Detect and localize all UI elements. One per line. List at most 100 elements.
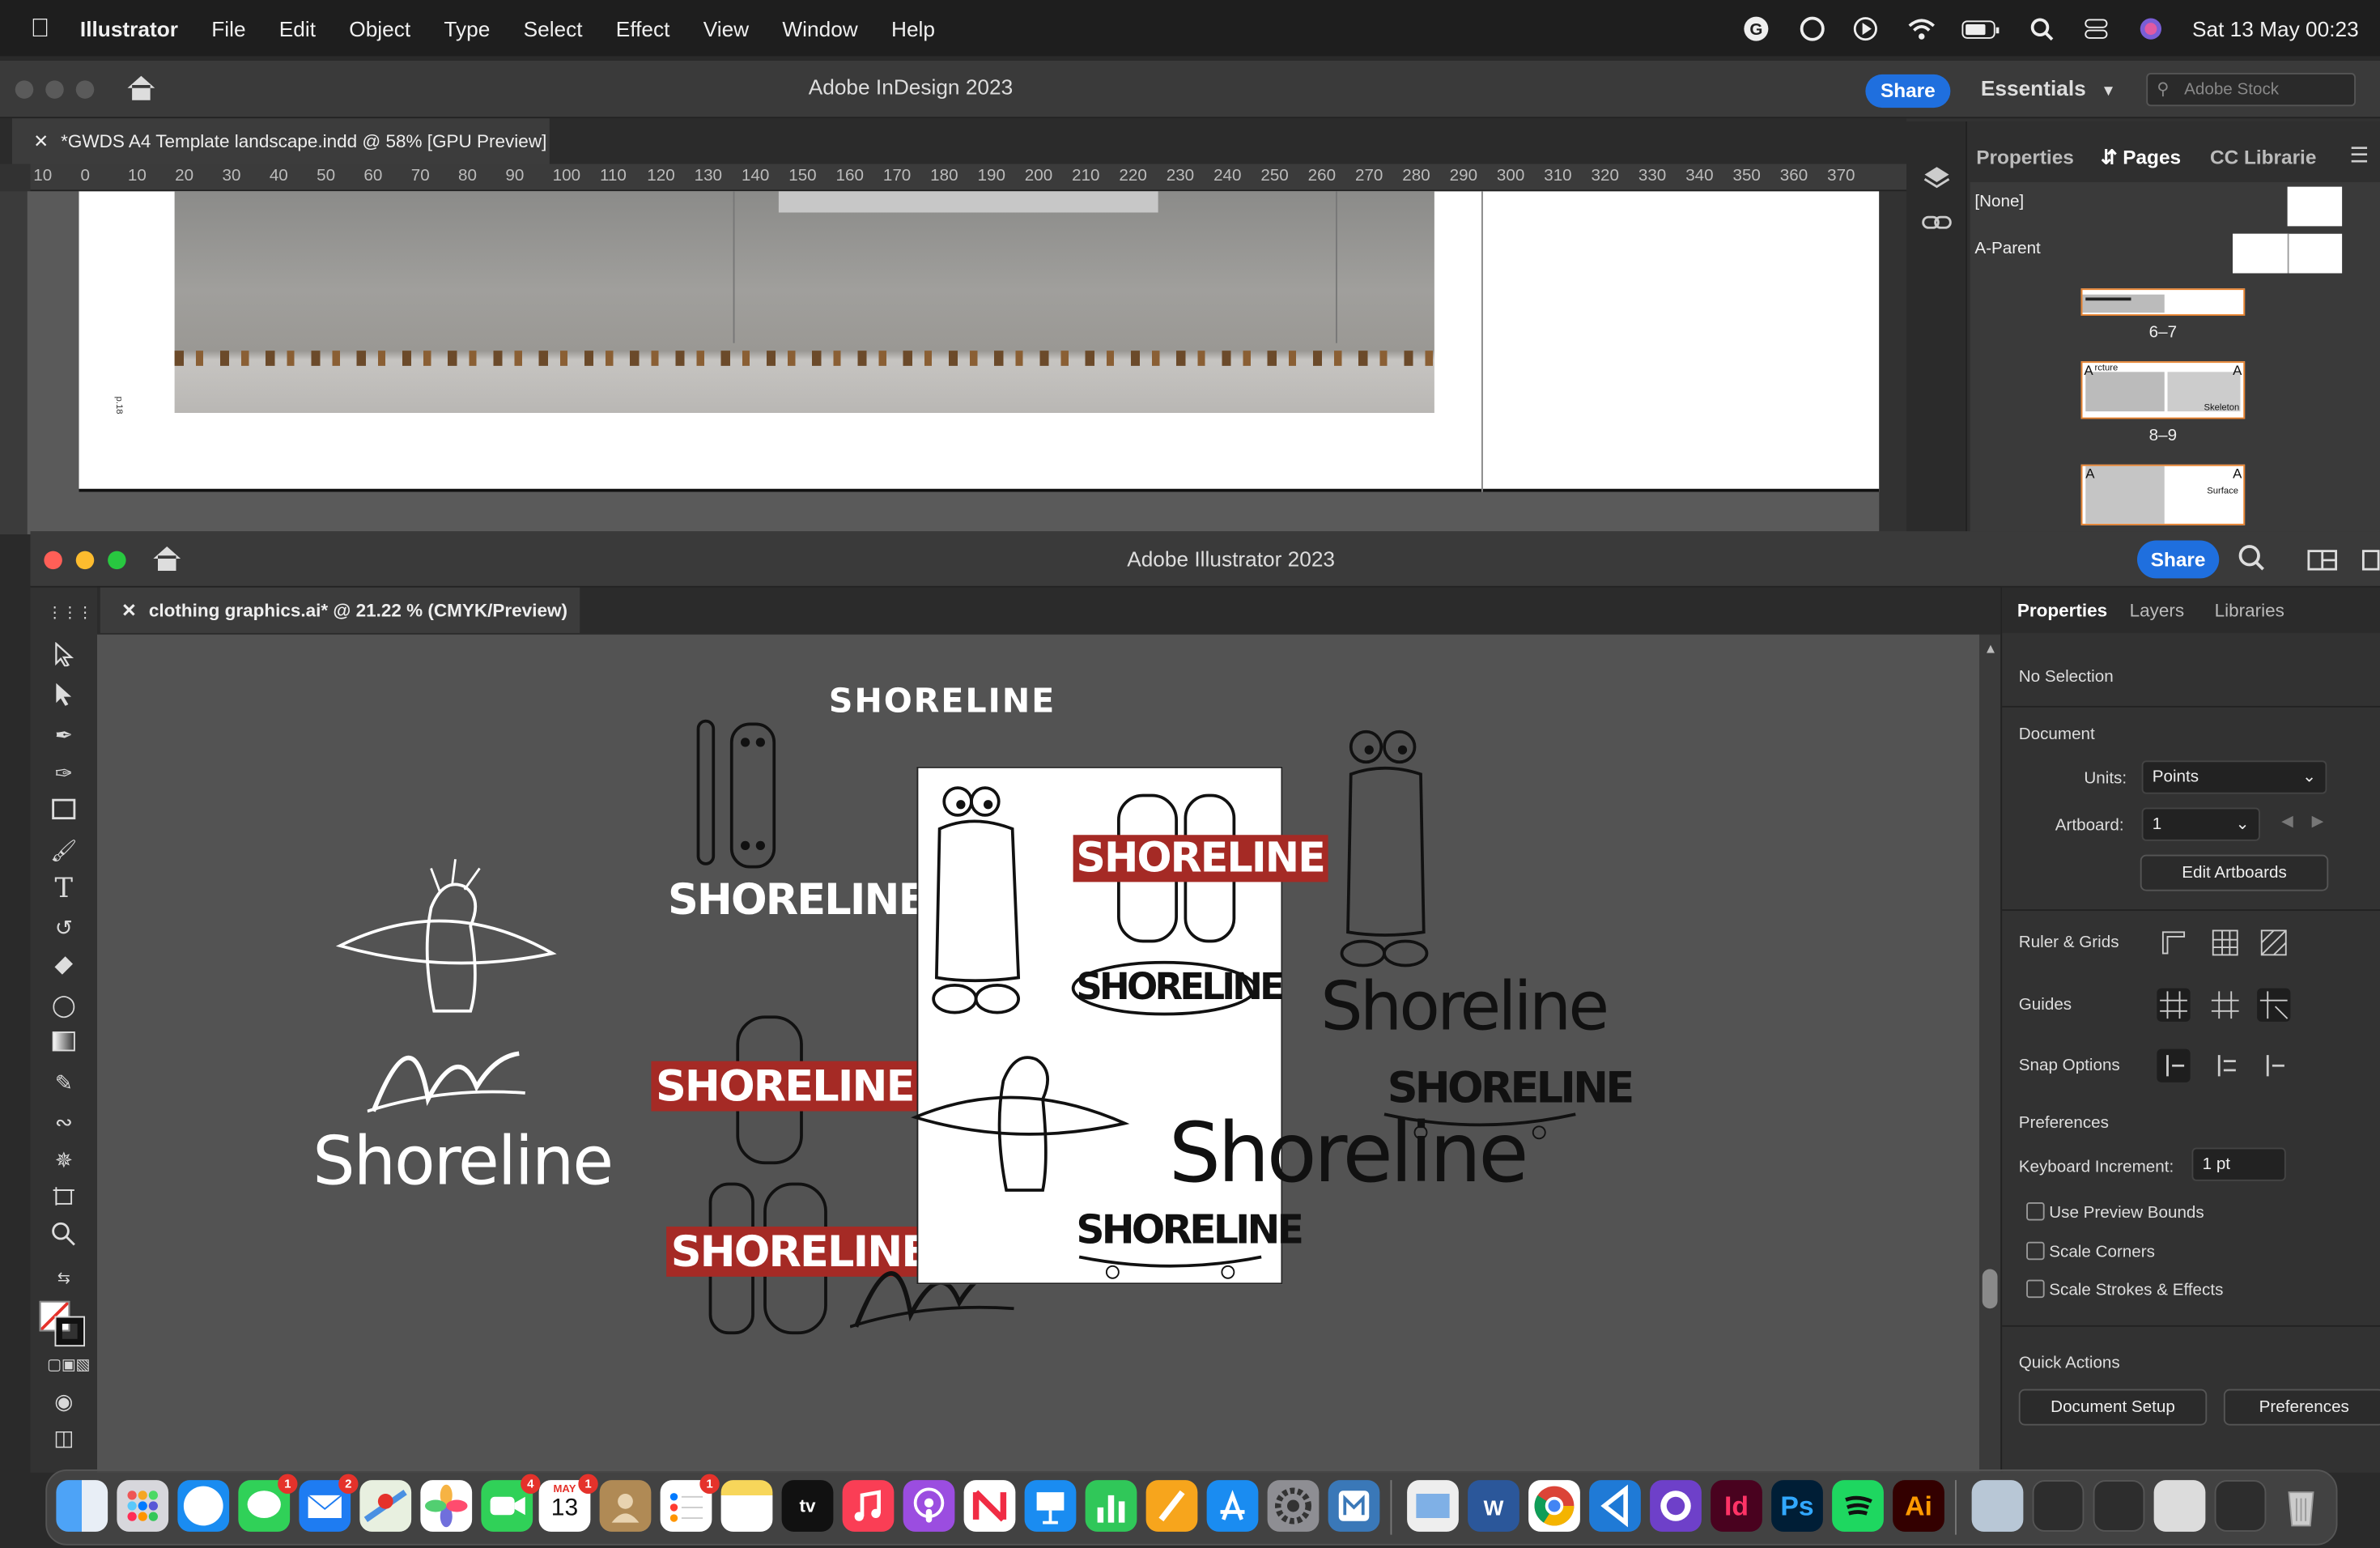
menu-help[interactable]: Help (891, 16, 935, 40)
character-illustration[interactable] (1336, 725, 1436, 968)
eyedropper-tool-icon[interactable]: ✎ (47, 1067, 80, 1098)
snap-to-point-icon[interactable] (2157, 1048, 2191, 1082)
trash-icon[interactable] (2276, 1480, 2327, 1532)
tab-libraries[interactable]: Libraries (2215, 600, 2284, 621)
illustrator-share-button[interactable]: Share (2137, 540, 2220, 579)
maps-icon[interactable] (359, 1480, 412, 1532)
apple-icon[interactable]:  (31, 13, 50, 44)
spread-8-9-thumbnail[interactable]: A rcture A Skeleton (2080, 361, 2246, 419)
spotify-icon[interactable] (1832, 1480, 1884, 1532)
illustrator-dock-icon[interactable]: Ai (1893, 1480, 1944, 1532)
notes-icon[interactable] (720, 1480, 773, 1532)
messages-icon[interactable]: 1 (238, 1474, 298, 1532)
tab-cc-libraries[interactable]: CC Librarie (2210, 146, 2316, 168)
symbol-sprayer-tool-icon[interactable]: ✵ (47, 1145, 80, 1176)
ruler-icon[interactable] (2160, 929, 2187, 964)
control-center-icon[interactable] (2083, 15, 2110, 42)
show-guides-icon[interactable] (2157, 988, 2191, 1022)
links-icon[interactable] (1922, 213, 1953, 242)
shoreline-mixed-logo[interactable]: SHORELINE (668, 874, 927, 925)
calendar-icon[interactable]: MAY 13 1 (538, 1474, 598, 1532)
artboard-select[interactable]: 1 ⌄ (2141, 807, 2260, 841)
artboard-1[interactable]: SHORELINE SHORELINE SHORELINE (911, 766, 1328, 1285)
panel-menu-icon[interactable]: ☰ (2350, 142, 2369, 168)
type-tool-icon[interactable]: T (47, 874, 80, 905)
previous-artboard-icon[interactable]: ◀ (2281, 814, 2293, 831)
illustrator-canvas[interactable]: SHORELINE Shoreline SHORELINE SHORELINE (97, 634, 1979, 1473)
chrome-icon[interactable] (1528, 1480, 1580, 1532)
concrete-wall-image[interactable] (174, 191, 1434, 413)
color-mode-icons[interactable]: ▢▣▧ (47, 1351, 90, 1382)
lasso-tool-icon[interactable]: ◯ (47, 990, 80, 1021)
github-desktop-icon[interactable] (1650, 1480, 1702, 1532)
clock-text[interactable]: Sat 13 May 00:23 (2192, 16, 2359, 40)
layers-icon[interactable] (1922, 164, 1953, 199)
menu-effect[interactable]: Effect (616, 16, 670, 40)
keyboard-increment-input[interactable]: 1 pt (2191, 1147, 2286, 1181)
preferences-button[interactable]: Preferences (2223, 1389, 2380, 1426)
minimized-window-icon[interactable] (2214, 1480, 2267, 1532)
scale-corners-checkbox[interactable] (2026, 1241, 2045, 1261)
play-icon[interactable] (1852, 15, 1880, 42)
scale-strokes-checkbox[interactable] (2026, 1279, 2045, 1299)
finder-icon[interactable] (56, 1480, 108, 1532)
paintbrush-tool-icon[interactable]: 🖌 (47, 835, 80, 865)
rotate-tool-icon[interactable]: ↺ (47, 912, 80, 943)
system-settings-icon[interactable] (1267, 1480, 1320, 1532)
safari-icon[interactable] (177, 1480, 230, 1532)
aw-signature[interactable] (367, 1027, 534, 1121)
keynote-icon[interactable] (1024, 1480, 1077, 1532)
document-setup-button[interactable]: Document Setup (2018, 1389, 2208, 1426)
gradient-tool-icon[interactable] (47, 1029, 80, 1060)
podcasts-icon[interactable] (903, 1480, 955, 1532)
menu-app-name[interactable]: Illustrator (80, 16, 178, 40)
menu-object[interactable]: Object (349, 16, 410, 40)
numbers-icon[interactable] (1085, 1480, 1137, 1532)
tab-properties-indesign[interactable]: Properties (1976, 146, 2074, 168)
indesign-share-button[interactable]: Share (1865, 74, 1951, 108)
shoreline-skate-text[interactable]: SHORELINE (1076, 1209, 1304, 1254)
next-artboard-icon[interactable]: ▶ (2312, 814, 2323, 831)
zoom-tool-icon[interactable] (47, 1222, 80, 1252)
photos-icon[interactable] (420, 1480, 473, 1532)
surfer-illustration[interactable] (909, 1039, 1134, 1193)
swap-fill-stroke-icon[interactable]: ⇆ (47, 1265, 80, 1295)
arrange-documents-icon[interactable] (2307, 548, 2338, 580)
indesign-dock-icon[interactable]: Id (1711, 1480, 1762, 1532)
curvature-tool-icon[interactable]: ✑ (47, 758, 80, 789)
eraser-tool-icon[interactable] (47, 952, 80, 983)
preview-icon[interactable] (1407, 1480, 1459, 1532)
tab-pages[interactable]: ⇵ Pages (2101, 146, 2181, 170)
rectangle-tool-icon[interactable] (47, 797, 80, 827)
app-store-icon[interactable] (1206, 1480, 1259, 1532)
selection-tool-icon[interactable] (47, 641, 80, 673)
draw-mode-icon[interactable]: ◉ (47, 1386, 80, 1417)
spread-6-7-thumbnail[interactable] (2080, 288, 2246, 316)
menu-edit[interactable]: Edit (279, 16, 316, 40)
direct-selection-tool-icon[interactable] (47, 682, 80, 712)
transparency-grid-icon[interactable] (2260, 929, 2288, 964)
spread-10-11-thumbnail[interactable]: A A Surface (2080, 464, 2246, 525)
snap-to-pixel-icon[interactable] (2208, 1049, 2242, 1091)
screen-mode-icon[interactable]: ◫ (47, 1423, 80, 1453)
facetime-icon[interactable]: 4 (481, 1474, 541, 1532)
menu-view[interactable]: View (703, 16, 749, 40)
edit-artboards-button[interactable]: Edit Artboards (2140, 854, 2329, 891)
close-tab-icon[interactable]: ✕ (121, 600, 137, 621)
pen-tool-icon[interactable]: ✒ (47, 720, 80, 751)
music-icon[interactable] (842, 1480, 895, 1532)
smart-guides-icon[interactable] (2257, 988, 2291, 1022)
mindnode-icon[interactable] (1328, 1480, 1380, 1532)
contacts-icon[interactable] (599, 1480, 652, 1532)
scroll-up-icon[interactable]: ▲ (1984, 640, 1998, 656)
panel-toggle-icon[interactable] (2361, 548, 2380, 580)
indesign-document-tab[interactable]: ✕ *GWDS A4 Template landscape.indd @ 58% … (12, 118, 550, 164)
minimized-window-icon[interactable] (2032, 1480, 2085, 1532)
vertical-scrollbar[interactable]: ▲ (1979, 634, 2001, 1473)
launchpad-icon[interactable] (117, 1480, 169, 1532)
menu-type[interactable]: Type (444, 16, 490, 40)
surfer-illustration[interactable] (325, 847, 567, 1022)
minimized-window-icon[interactable] (2093, 1480, 2145, 1532)
lock-guides-icon[interactable] (2208, 989, 2242, 1030)
wifi-icon[interactable] (1906, 15, 1936, 42)
